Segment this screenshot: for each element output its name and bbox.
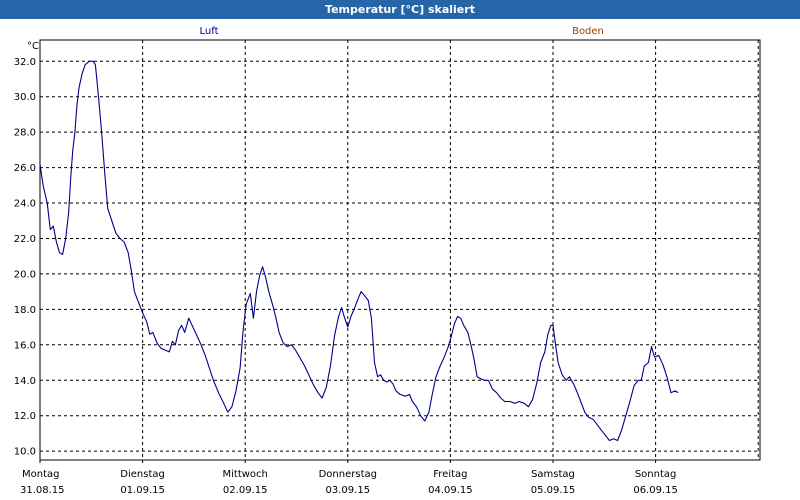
y-tick-label: 30.0	[14, 92, 36, 103]
y-tick-label: 32.0	[14, 57, 36, 68]
x-tick-date: 05.09.15	[531, 485, 576, 496]
x-tick-day: Samstag	[531, 469, 575, 480]
x-axis: Montag 31.08.15 Dienstag 01.09.15 Mittwoch 02…	[20, 460, 678, 496]
x-tick-date: 06.09.15	[633, 485, 678, 496]
legend-boden: Boden	[572, 26, 604, 37]
x-tick-day: Sonntag	[635, 469, 677, 480]
legend-luft: Luft	[200, 26, 219, 37]
y-axis: 10.0 12.0 14.0 16.0 18.0 20.0 22.0 24.0 26.0 28.0…	[14, 57, 36, 458]
y-tick-label: 14.0	[14, 376, 36, 387]
y-tick-label: 26.0	[14, 163, 36, 174]
chart-svg: 10.0 12.0 14.0 16.0 18.0 20.0 22.0 24.0 26.0 28.0…	[14, 26, 761, 496]
plot-area-border	[39, 39, 761, 461]
x-tick-day: Dienstag	[120, 469, 165, 480]
y-tick-label: 28.0	[14, 128, 36, 139]
chart-grid	[40, 40, 760, 460]
x-tick-date: 02.09.15	[223, 485, 268, 496]
x-tick-date: 04.09.15	[428, 485, 473, 496]
x-tick-date: 03.09.15	[326, 485, 371, 496]
series-line-luft	[39, 60, 679, 442]
chart-series	[39, 60, 679, 442]
y-tick-label: 10.0	[14, 447, 36, 458]
x-tick-day: Freitag	[433, 469, 467, 480]
y-tick-label: 12.0	[14, 411, 36, 422]
x-tick-day: Montag	[22, 469, 59, 480]
y-tick-label: 20.0	[14, 269, 36, 280]
y-tick-label: 24.0	[14, 199, 36, 210]
y-tick-label: 18.0	[14, 305, 36, 316]
x-tick-day: Mittwoch	[223, 469, 268, 480]
x-tick-day: Donnerstag	[319, 469, 377, 480]
x-tick-date: 31.08.15	[20, 485, 65, 496]
y-tick-label: 22.0	[14, 234, 36, 245]
y-axis-unit: °C	[27, 41, 39, 52]
x-tick-date: 01.09.15	[120, 485, 165, 496]
y-tick-label: 16.0	[14, 340, 36, 351]
